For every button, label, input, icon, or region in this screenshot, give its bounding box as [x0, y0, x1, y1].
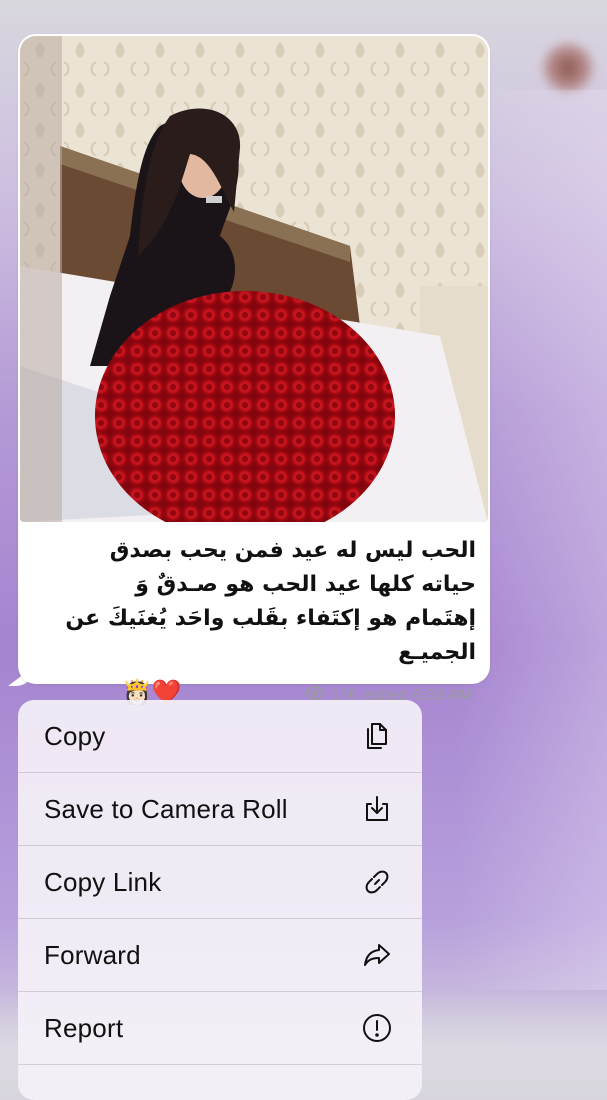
context-menu: Copy Save to Camera Roll Copy Link Forwa… — [18, 700, 422, 1100]
menu-item-label: Copy Link — [44, 866, 162, 897]
message-caption: الحب ليس له عيد فمن يحب بصدق حياته كلها … — [36, 534, 476, 670]
caption-line: الجميـع — [398, 640, 476, 665]
menu-item-report[interactable]: Report — [18, 992, 422, 1065]
copy-icon — [360, 719, 394, 753]
menu-item-partial[interactable] — [18, 1065, 422, 1100]
report-icon — [360, 1011, 394, 1045]
menu-item-save-to-camera-roll[interactable]: Save to Camera Roll — [18, 773, 422, 846]
menu-item-label: Forward — [44, 939, 141, 970]
photo-image — [20, 36, 488, 522]
forward-icon — [360, 938, 394, 972]
caption-line: الحب ليس له عيد فمن يحب بصدق — [109, 538, 476, 563]
menu-item-label: Copy — [44, 720, 106, 751]
link-icon — [360, 865, 394, 899]
background-avatar — [540, 40, 596, 96]
caption-line: حياته كلها عيد الحب هو صـدقٌ وَ — [135, 572, 476, 597]
message-bubble[interactable]: الحب ليس له عيد فمن يحب بصدق حياته كلها … — [18, 34, 490, 706]
message-photo[interactable] — [20, 36, 488, 522]
menu-item-label: Report — [44, 1012, 124, 1043]
menu-item-copy-link[interactable]: Copy Link — [18, 846, 422, 919]
message-time: 6:33 AM — [413, 686, 472, 704]
caption-line: إهتَمام هو إكتَفاء بقَلب واحَد يُغنَيكَ … — [65, 606, 476, 631]
save-icon — [360, 792, 394, 826]
menu-item-forward[interactable]: Forward — [18, 919, 422, 992]
menu-item-copy[interactable]: Copy — [18, 700, 422, 773]
menu-item-label: Save to Camera Roll — [44, 793, 288, 824]
